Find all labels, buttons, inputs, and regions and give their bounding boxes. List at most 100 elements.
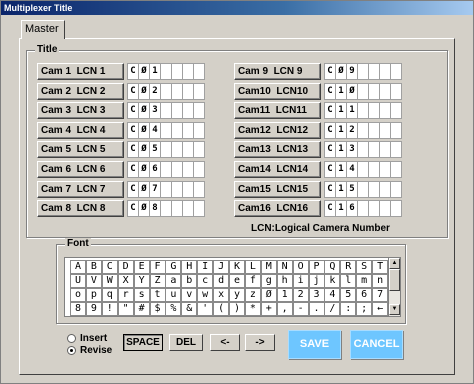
title-char-cell[interactable] <box>193 200 205 218</box>
font-char-key[interactable]: 8 <box>70 302 86 316</box>
font-char-key[interactable]: # <box>133 302 150 316</box>
font-char-key[interactable]: x <box>213 288 230 302</box>
font-char-key[interactable]: k <box>324 274 341 288</box>
title-char-cell[interactable] <box>390 141 402 159</box>
font-char-key[interactable]: y <box>229 288 245 302</box>
tab-master[interactable]: Master <box>21 20 65 39</box>
font-char-key[interactable]: I <box>197 260 214 274</box>
title-char-cell[interactable] <box>390 63 402 80</box>
delete-button[interactable]: DEL <box>169 334 203 351</box>
font-char-key[interactable]: - <box>292 302 309 316</box>
camera-label-button[interactable]: Cam 4 LCN 4 <box>37 121 124 139</box>
title-char-cell[interactable] <box>390 121 402 139</box>
font-char-key[interactable]: z <box>244 288 261 302</box>
font-char-key[interactable]: / <box>324 302 341 316</box>
title-char-cell[interactable] <box>390 82 402 100</box>
font-char-key[interactable]: g <box>260 274 277 288</box>
font-char-key[interactable]: 7 <box>372 288 389 302</box>
font-char-key[interactable]: Ø <box>260 288 277 302</box>
camera-title-field[interactable]: CØ4 <box>127 121 205 139</box>
font-char-key[interactable]: & <box>181 302 198 316</box>
font-char-key[interactable]: 2 <box>292 288 309 302</box>
font-char-key[interactable]: 4 <box>324 288 341 302</box>
camera-label-button[interactable]: Cam 9 LCN 9 <box>234 63 321 80</box>
camera-title-field[interactable]: CØ8 <box>127 200 205 218</box>
camera-title-field[interactable]: C15 <box>324 180 402 198</box>
title-char-cell[interactable] <box>193 82 205 100</box>
font-char-key[interactable]: e <box>229 274 245 288</box>
camera-title-field[interactable]: CØ3 <box>127 102 205 120</box>
camera-label-button[interactable]: Cam12 LCN12 <box>234 121 321 139</box>
font-char-key[interactable]: p <box>85 288 102 302</box>
cursor-right-button[interactable]: -> <box>245 334 275 351</box>
title-char-cell[interactable] <box>193 141 205 159</box>
font-char-key[interactable]: ) <box>229 302 245 316</box>
font-char-key[interactable]: A <box>70 260 86 274</box>
font-char-key[interactable]: B <box>85 260 102 274</box>
font-char-key[interactable]: V <box>85 274 102 288</box>
font-char-key[interactable]: U <box>70 274 86 288</box>
font-char-key[interactable]: c <box>197 274 214 288</box>
camera-title-field[interactable]: CØ7 <box>127 180 205 198</box>
title-char-cell[interactable] <box>390 200 402 218</box>
font-char-key[interactable]: + <box>260 302 277 316</box>
font-char-key[interactable]: l <box>340 274 357 288</box>
camera-title-field[interactable]: CØ5 <box>127 141 205 159</box>
font-char-key[interactable]: m <box>356 274 373 288</box>
font-char-key[interactable]: v <box>181 288 198 302</box>
font-char-key[interactable]: w <box>197 288 214 302</box>
font-char-key[interactable]: 6 <box>356 288 373 302</box>
font-char-key[interactable]: % <box>165 302 182 316</box>
font-char-key[interactable]: d <box>213 274 230 288</box>
font-char-key[interactable]: ← <box>372 302 389 316</box>
radio-insert[interactable]: Insert <box>67 333 107 344</box>
title-char-cell[interactable] <box>193 102 205 120</box>
font-char-key[interactable]: f <box>244 274 261 288</box>
camera-label-button[interactable]: Cam 5 LCN 5 <box>37 141 124 159</box>
font-char-key[interactable]: s <box>133 288 150 302</box>
font-char-key[interactable]: Q <box>324 260 341 274</box>
font-char-key[interactable]: " <box>117 302 134 316</box>
font-char-key[interactable]: q <box>101 288 118 302</box>
font-char-key[interactable]: P <box>308 260 325 274</box>
font-char-key[interactable]: ! <box>101 302 118 316</box>
font-char-key[interactable]: $ <box>149 302 166 316</box>
camera-label-button[interactable]: Cam 6 LCN 6 <box>37 161 124 178</box>
camera-title-field[interactable]: CØ6 <box>127 161 205 178</box>
title-char-cell[interactable] <box>193 63 205 80</box>
camera-label-button[interactable]: Cam10 LCN10 <box>234 82 321 100</box>
font-char-key[interactable]: r <box>117 288 134 302</box>
camera-label-button[interactable]: Cam11 LCN11 <box>234 102 321 120</box>
camera-label-button[interactable]: Cam 8 LCN 8 <box>37 200 124 218</box>
font-char-key[interactable]: O <box>292 260 309 274</box>
camera-title-field[interactable]: C12 <box>324 121 402 139</box>
camera-label-button[interactable]: Cam15 LCN15 <box>234 180 321 198</box>
title-char-cell[interactable] <box>193 180 205 198</box>
font-char-key[interactable]: . <box>308 302 325 316</box>
camera-label-button[interactable]: Cam16 LCN16 <box>234 200 321 218</box>
font-scrollbar[interactable]: ▲ ▼ <box>388 258 400 316</box>
font-char-key[interactable]: 3 <box>308 288 325 302</box>
camera-label-button[interactable]: Cam 1 LCN 1 <box>37 63 124 80</box>
font-char-key[interactable]: n <box>372 274 389 288</box>
font-char-key[interactable]: M <box>260 260 277 274</box>
scroll-down-icon[interactable]: ▼ <box>389 304 400 315</box>
font-char-key[interactable]: E <box>133 260 150 274</box>
scroll-thumb[interactable] <box>389 269 400 291</box>
font-char-key[interactable]: W <box>101 274 118 288</box>
font-char-key[interactable]: S <box>356 260 373 274</box>
font-char-key[interactable]: ' <box>197 302 214 316</box>
font-char-key[interactable]: i <box>292 274 309 288</box>
camera-title-field[interactable]: C16 <box>324 200 402 218</box>
title-char-cell[interactable] <box>193 121 205 139</box>
camera-title-field[interactable]: CØ2 <box>127 82 205 100</box>
camera-label-button[interactable]: Cam14 LCN14 <box>234 161 321 178</box>
font-char-key[interactable]: ( <box>213 302 230 316</box>
scroll-up-icon[interactable]: ▲ <box>389 258 400 269</box>
font-char-key[interactable]: 1 <box>276 288 293 302</box>
camera-label-button[interactable]: Cam13 LCN13 <box>234 141 321 159</box>
font-char-key[interactable]: F <box>149 260 166 274</box>
camera-title-field[interactable]: C11 <box>324 102 402 120</box>
camera-title-field[interactable]: CØ1 <box>127 63 205 80</box>
cancel-button[interactable]: CANCEL <box>350 330 403 359</box>
